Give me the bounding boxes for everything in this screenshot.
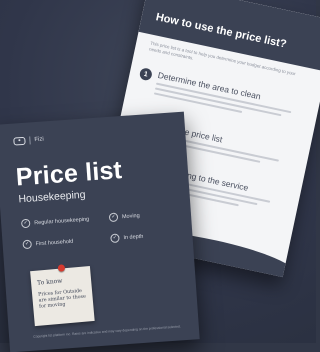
- note-text: Prices for Outside are similar to those …: [37, 288, 87, 310]
- brand-logo: Fizi: [13, 135, 44, 146]
- service-label: Regular housekeeping: [34, 216, 90, 226]
- check-icon: ✓: [22, 239, 32, 250]
- service-item: ✓ In depth: [110, 232, 144, 244]
- pushpin-icon: [57, 264, 66, 272]
- service-label: First household: [35, 238, 74, 247]
- service-item: ✓ First household: [22, 237, 73, 250]
- check-icon: ✓: [20, 218, 31, 229]
- brand-name: Fizi: [34, 136, 44, 144]
- service-label: Moving: [121, 212, 140, 220]
- page-title: Price list: [15, 156, 123, 192]
- brand-logo-icon: [13, 136, 26, 146]
- service-item: ✓ Moving: [108, 211, 140, 223]
- service-label: In depth: [123, 233, 144, 241]
- check-icon: ✓: [110, 233, 120, 244]
- note-title: To know: [36, 277, 63, 287]
- price-list-front-page: Fizi Price list Housekeeping ✓ Regular h…: [0, 111, 200, 352]
- service-item: ✓ Regular housekeeping: [20, 215, 90, 229]
- step-number-badge: 1: [138, 67, 153, 82]
- sticky-note: To know Prices for Outside are similar t…: [30, 264, 95, 327]
- check-icon: ✓: [108, 212, 119, 223]
- footer-copyright: Copyright fizi platform inc. Rates are i…: [33, 324, 181, 339]
- logo-divider: [29, 136, 31, 145]
